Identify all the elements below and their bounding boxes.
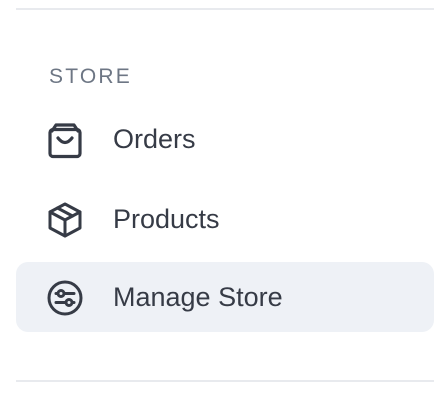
sidebar-item-products[interactable]: Products bbox=[16, 184, 434, 254]
sidebar-item-manage-store[interactable]: Manage Store bbox=[16, 262, 434, 332]
sidebar-item-orders[interactable]: Orders bbox=[16, 104, 434, 174]
sidebar-store-section: STORE Orders Products Manage Store bbox=[0, 0, 434, 396]
sliders-icon bbox=[46, 279, 84, 317]
section-label-store: STORE bbox=[49, 65, 132, 88]
top-divider bbox=[16, 8, 434, 10]
sidebar-item-label: Products bbox=[113, 204, 220, 234]
shopping-bag-icon bbox=[46, 121, 84, 159]
bottom-divider bbox=[16, 380, 434, 382]
box-icon bbox=[46, 201, 84, 239]
sidebar-item-label: Manage Store bbox=[113, 282, 283, 312]
sidebar-item-label: Orders bbox=[113, 124, 196, 154]
